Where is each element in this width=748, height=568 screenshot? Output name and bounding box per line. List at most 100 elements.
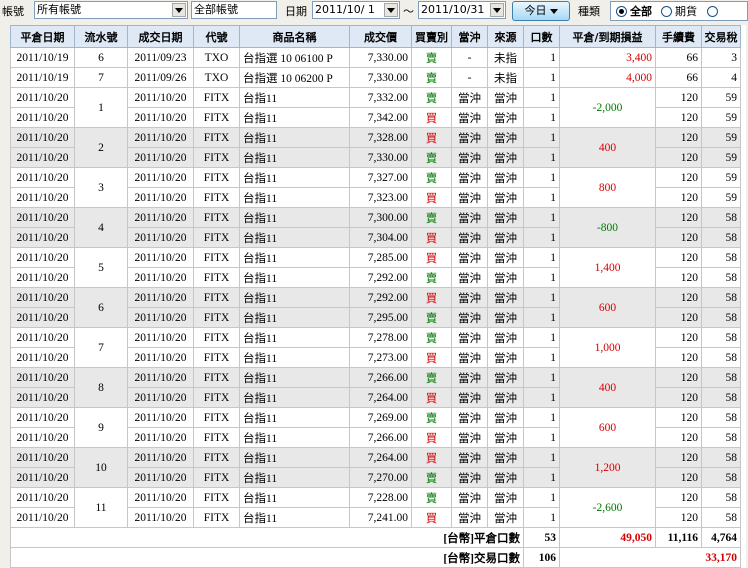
product-name-cell: 台指11	[239, 107, 350, 128]
column-header[interactable]: 口數	[523, 25, 560, 48]
pnl-cell: -2,000	[559, 87, 656, 128]
code-cell: FITX	[193, 427, 240, 448]
fee-cell: 120	[655, 87, 702, 108]
table-row[interactable]: 2011/10/19 7 2011/09/26 TXO 台指選 10 06200 P 7,…	[10, 67, 741, 88]
table-row[interactable]: 2011/10/20 5 2011/10/20 FITX 台指11 7,285.00 買當沖…	[10, 247, 741, 288]
radio-all[interactable]	[616, 6, 627, 17]
close-date-cell: 2011/10/20	[10, 467, 75, 488]
chevron-down-icon[interactable]	[384, 3, 398, 17]
table-row[interactable]: 2011/10/20 7 2011/10/20 FITX 台指11 7,278.00 賣當沖…	[10, 327, 741, 368]
column-header[interactable]: 買賣別	[411, 25, 452, 48]
column-header[interactable]: 當沖	[451, 25, 488, 48]
side-cell: 買	[411, 287, 452, 308]
product-name-cell: 台指11	[239, 467, 350, 488]
close-date-cell: 2011/10/20	[10, 167, 75, 188]
table-row[interactable]: 2011/10/20 2 2011/10/20 FITX 台指11 7,328.00 買當沖…	[10, 127, 741, 168]
account-select[interactable]: 所有帳號	[34, 1, 188, 19]
trade-date-cell: 2011/09/23	[127, 47, 194, 68]
tax-cell: 59	[701, 87, 741, 108]
side-cell: 賣	[411, 407, 452, 428]
code-cell: FITX	[193, 467, 240, 488]
radio-options[interactable]	[707, 6, 718, 17]
qty-cell: 1	[523, 347, 560, 368]
chevron-down-icon[interactable]	[490, 3, 504, 17]
source-cell: 當沖	[487, 187, 524, 208]
code-cell: FITX	[193, 327, 240, 348]
trade-date-cell: 2011/10/20	[127, 287, 194, 308]
source-cell: 當沖	[487, 407, 524, 428]
side-cell: 賣	[411, 307, 452, 328]
fee-cell: 120	[655, 487, 702, 508]
column-header[interactable]: 來源	[487, 25, 524, 48]
qty-cell: 1	[523, 227, 560, 248]
code-cell: FITX	[193, 267, 240, 288]
price-cell: 7,292.00	[349, 287, 412, 308]
close-date-cell: 2011/10/20	[10, 307, 75, 328]
table-row[interactable]: 2011/10/20 6 2011/10/20 FITX 台指11 7,292.00 買當沖…	[10, 287, 741, 328]
price-cell: 7,330.00	[349, 47, 412, 68]
trade-date-cell: 2011/10/20	[127, 207, 194, 228]
qty-cell: 1	[523, 267, 560, 288]
date-to-picker[interactable]: 2011/10/31	[418, 1, 506, 19]
account-name-field[interactable]: 全部帳號	[191, 1, 277, 19]
code-cell: FITX	[193, 347, 240, 368]
qty-cell: 1	[523, 327, 560, 348]
pnl-cell: 400	[559, 127, 656, 168]
code-cell: FITX	[193, 167, 240, 188]
source-cell: 當沖	[487, 307, 524, 328]
chevron-down-icon[interactable]	[172, 3, 186, 17]
trade-grid[interactable]: 平倉日期 流水號 成交日期 代號 商品名稱 成交價 買賣別 當沖 來源 口數 平倉/到期損益 手續費交…	[10, 25, 746, 568]
today-button[interactable]: 今日	[512, 1, 570, 21]
side-cell: 買	[411, 247, 452, 268]
qty-cell: 1	[523, 147, 560, 168]
radio-futures[interactable]	[661, 6, 672, 17]
tax-cell: 58	[701, 207, 741, 228]
fee-cell: 120	[655, 507, 702, 528]
qty-cell: 1	[523, 467, 560, 488]
column-header[interactable]: 商品名稱	[239, 25, 350, 48]
table-row[interactable]: 2011/10/19 6 2011/09/23 TXO 台指選 10 06100 P 7,…	[10, 47, 741, 68]
column-header[interactable]: 成交日期	[127, 25, 194, 48]
close-date-cell: 2011/10/19	[10, 47, 75, 68]
fee-cell: 120	[655, 107, 702, 128]
table-row[interactable]: 2011/10/20 10 2011/10/20 FITX 台指11 7,264.00 買當…	[10, 447, 741, 488]
table-row[interactable]: 2011/10/20 8 2011/10/20 FITX 台指11 7,266.00 賣當沖…	[10, 367, 741, 408]
price-cell: 7,330.00	[349, 67, 412, 88]
column-header[interactable]: 代號	[193, 25, 240, 48]
tax-cell: 58	[701, 367, 741, 388]
column-header[interactable]: 交易稅	[701, 25, 741, 48]
column-header[interactable]: 手續費	[655, 25, 702, 48]
source-cell: 當沖	[487, 227, 524, 248]
trade-date-cell: 2011/10/20	[127, 107, 194, 128]
table-row[interactable]: 2011/10/20 9 2011/10/20 FITX 台指11 7,269.00 賣當沖…	[10, 407, 741, 448]
fee-cell: 120	[655, 307, 702, 328]
summary-close-pnl: 49,050	[559, 527, 656, 548]
pnl-cell: -800	[559, 207, 656, 248]
code-cell: FITX	[193, 307, 240, 328]
fee-cell: 120	[655, 407, 702, 428]
column-header[interactable]: 成交價	[349, 25, 412, 48]
table-row[interactable]: 2011/10/20 4 2011/10/20 FITX 台指11 7,300.00 賣當沖…	[10, 207, 741, 248]
side-cell: 賣	[411, 87, 452, 108]
code-cell: FITX	[193, 187, 240, 208]
serial-cell: 1	[74, 87, 128, 128]
product-name-cell: 台指11	[239, 207, 350, 228]
table-row[interactable]: 2011/10/20 11 2011/10/20 FITX 台指11 7,228.00 賣當…	[10, 487, 741, 528]
column-header[interactable]: 平倉日期	[10, 25, 75, 48]
price-cell: 7,264.00	[349, 387, 412, 408]
pnl-cell: -2,600	[559, 487, 656, 528]
table-row[interactable]: 2011/10/20 1 2011/10/20 FITX 台指11 7,332.00 賣當沖…	[10, 87, 741, 128]
daytrade-cell: 當沖	[451, 147, 488, 168]
side-cell: 賣	[411, 267, 452, 288]
column-header[interactable]: 平倉/到期損益	[559, 25, 656, 48]
source-cell: 當沖	[487, 287, 524, 308]
code-cell: FITX	[193, 147, 240, 168]
qty-cell: 1	[523, 407, 560, 428]
product-name-cell: 台指11	[239, 267, 350, 288]
column-header[interactable]: 流水號	[74, 25, 128, 48]
table-row[interactable]: 2011/10/20 3 2011/10/20 FITX 台指11 7,327.00 賣當沖…	[10, 167, 741, 208]
close-date-cell: 2011/10/20	[10, 267, 75, 288]
source-cell: 當沖	[487, 327, 524, 348]
date-from-picker[interactable]: 2011/10/ 1	[312, 1, 400, 19]
summary-trade-row: [台幣]交易口數 106 33,170	[10, 547, 741, 568]
